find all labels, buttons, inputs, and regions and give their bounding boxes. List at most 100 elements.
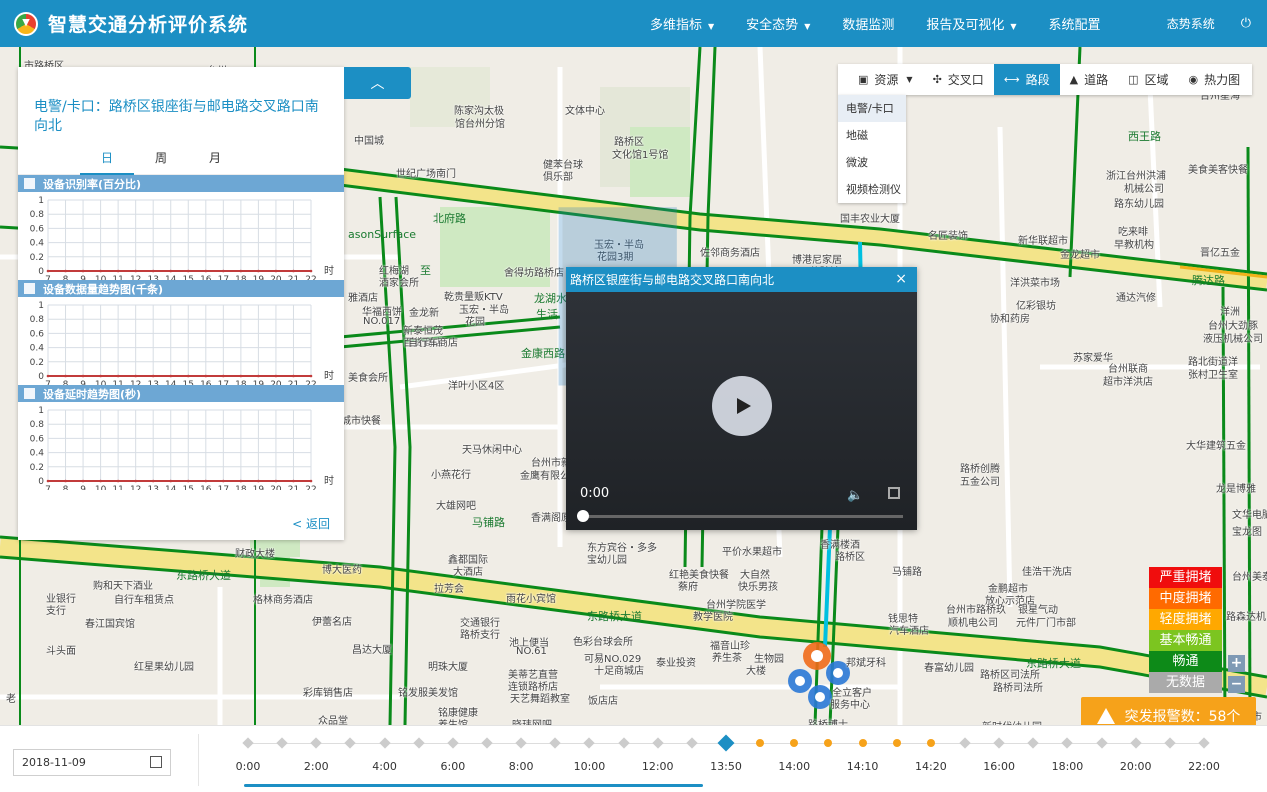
timeline-tick[interactable] (926, 739, 935, 747)
back-link[interactable]: < 返回 (292, 515, 330, 532)
x-tick-label: 19 (253, 380, 265, 385)
timeline-tick[interactable] (686, 737, 698, 749)
timeline-tick[interactable] (1198, 737, 1210, 749)
data-point (186, 374, 190, 378)
tab-month[interactable]: 月 (188, 143, 242, 175)
map-road-label: asonSurface (348, 228, 417, 241)
timeline-tick[interactable] (583, 737, 596, 749)
map-poi-label: 早教机构 (1114, 240, 1154, 251)
map-poi-label: 路东幼儿园 (1114, 199, 1164, 210)
timeline-tick[interactable] (447, 737, 459, 749)
x-tick-label: 17 (218, 485, 229, 490)
map-poi-label: 宝幼儿园 (587, 555, 627, 566)
timeline-tick[interactable] (1164, 737, 1176, 749)
timeline-tick[interactable] (1061, 737, 1074, 749)
nav-multidim-indicators[interactable]: 多维指标 ▼ (650, 14, 714, 33)
data-point (239, 374, 243, 378)
nav-data-monitoring[interactable]: 数据监测 (842, 14, 894, 33)
legend-no-data: 无数据 (1149, 672, 1222, 693)
x-tick-label: 7 (45, 380, 51, 385)
volume-icon[interactable]: 🔈 (847, 488, 863, 503)
fullscreen-icon[interactable] (888, 487, 900, 499)
timeline-tick[interactable] (756, 739, 765, 747)
zoom-in-button[interactable]: + (1228, 655, 1245, 672)
timeline-tick[interactable] (515, 737, 527, 749)
x-tick-label: 19 (253, 275, 265, 280)
zoom-out-button[interactable]: − (1228, 676, 1245, 693)
situation-system-link[interactable]: 态势系统 (1167, 15, 1215, 32)
toolbar-road[interactable]: ▲ 道路 (1060, 64, 1118, 95)
timeline-tick[interactable] (790, 739, 799, 747)
collapse-panel-button[interactable]: ︿ (344, 67, 411, 99)
timeline-tick[interactable] (959, 737, 971, 749)
top-header: 智慧交通分析评价系统 多维指标 ▼ 安全态势 ▼ 数据监测 报告及可视化 ▼ 系统配置… (0, 0, 1267, 47)
timeline-time-label: 0:00 (235, 760, 261, 773)
map-poi-label: 协和药房 (990, 314, 1030, 325)
power-icon[interactable]: ⏻ (1241, 16, 1251, 31)
dot-circle-icon: ◉ (1188, 73, 1199, 86)
period-tabs: 日 周 月 (18, 143, 344, 175)
x-tick-label: 13 (147, 275, 158, 280)
timeline-tick[interactable] (717, 734, 735, 752)
nav-reports-visualization[interactable]: 报告及可视化 ▼ (926, 14, 1016, 33)
toolbar-heatmap[interactable]: ◉ 热力图 (1179, 64, 1251, 95)
map-road-label: 马铺路 (472, 516, 505, 529)
video-progress-bar[interactable] (580, 515, 903, 518)
timeline-tick[interactable] (549, 737, 561, 749)
x-axis-label: 时 (324, 370, 334, 382)
toolbar-intersection[interactable]: ✣ 交叉口 (923, 64, 994, 95)
map-poi-label: 平价水果超市 (722, 547, 782, 558)
toolbar-road-segment[interactable]: ⟷ 路段 (993, 64, 1060, 95)
x-tick-label: 8 (63, 380, 69, 385)
map-road-label: 龙湖水 (534, 292, 567, 305)
map-poi-label: 天马休闲中心 (462, 445, 522, 456)
nav-safety-situation[interactable]: 安全态势 ▼ (746, 14, 810, 33)
video-player[interactable]: 0:00 🔈 (566, 292, 917, 530)
nav-system-config[interactable]: 系统配置 (1049, 14, 1101, 33)
dropdown-item-microwave[interactable]: 微波 (838, 149, 906, 176)
timeline-tick[interactable] (378, 737, 391, 749)
toolbar-area[interactable]: ◫ 区域 (1118, 64, 1178, 95)
dropdown-item-geomagnetic[interactable]: 地磁 (838, 122, 906, 149)
timeline-tick[interactable] (276, 737, 288, 749)
data-point (151, 479, 155, 483)
timeline-tick[interactable] (310, 737, 322, 749)
x-tick-label: 13 (147, 380, 158, 385)
map-poi-label: 大华建筑五金 (1186, 441, 1246, 452)
data-point (257, 374, 260, 378)
video-progress-handle[interactable] (577, 510, 589, 522)
dropdown-item-camera[interactable]: 电警/卡口 (838, 95, 906, 122)
calendar-icon[interactable] (150, 756, 162, 768)
map-poi-label: 大楼 (746, 666, 766, 677)
tab-week[interactable]: 周 (134, 143, 188, 175)
timeline-tick[interactable] (242, 737, 254, 749)
timeline-tick[interactable] (1027, 737, 1039, 749)
timeline-tick[interactable] (413, 737, 425, 749)
map-poi-label: NO.017 (363, 316, 401, 327)
tab-day[interactable]: 日 (80, 143, 134, 175)
timeline-tick[interactable] (993, 737, 1005, 749)
timeline-tick[interactable] (858, 739, 867, 747)
timeline-tick[interactable] (1095, 737, 1108, 749)
date-picker-input[interactable]: 2018-11-09 (13, 749, 171, 776)
timeline-tick[interactable] (481, 737, 493, 749)
y-tick-label: 1 (38, 406, 44, 416)
chevron-down-icon: ▼ (1010, 22, 1017, 31)
timeline-tick[interactable] (344, 737, 357, 749)
timeline-tick[interactable] (824, 739, 833, 747)
y-tick-label: 0.8 (30, 315, 45, 325)
timeline-tick[interactable] (892, 739, 901, 747)
close-icon[interactable]: × (895, 271, 907, 287)
x-tick-label: 20 (270, 485, 282, 490)
timeline-tick[interactable] (652, 737, 664, 749)
dropdown-item-video-detector[interactable]: 视频检测仪 (838, 176, 906, 203)
x-tick-label: 13 (147, 485, 158, 490)
map-layer-toolbar: ▣ 资源 ▼ ✣ 交叉口 ⟷ 路段 ▲ 道路 ◫ 区域 ◉ 热力图 (838, 64, 1252, 95)
play-button[interactable] (712, 376, 772, 436)
timeline-progress[interactable] (244, 784, 703, 787)
timeline-tick[interactable] (617, 737, 630, 749)
y-tick-label: 0.6 (30, 224, 45, 234)
data-volume-chart: 0 0.2 0.4 0.6 0.8 1 7 8 9 10 11 12 13 14 15 16 17 18 19 20 2… (18, 297, 344, 390)
timeline-tick[interactable] (1130, 737, 1142, 749)
toolbar-resources[interactable]: ▣ 资源 ▼ (848, 64, 923, 95)
